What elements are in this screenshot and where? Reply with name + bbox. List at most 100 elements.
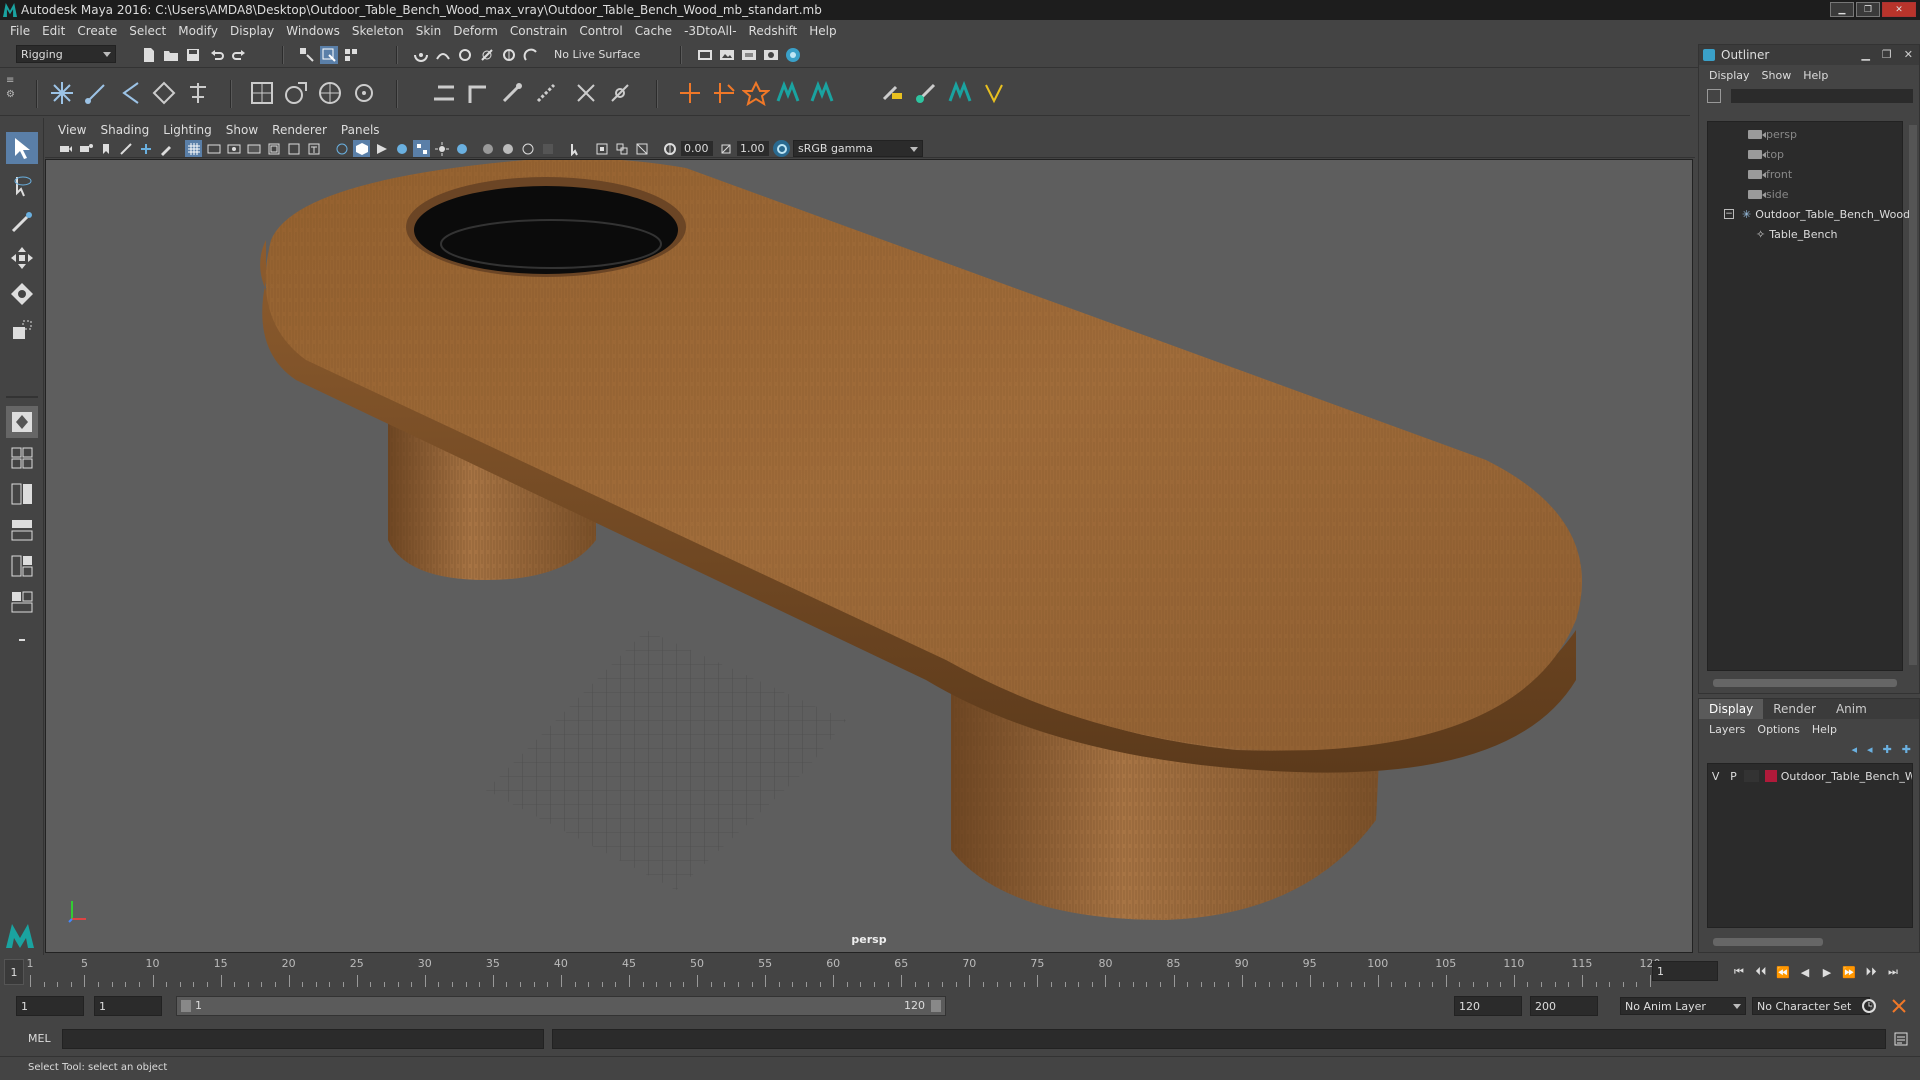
soft-mod-icon[interactable]: [348, 77, 380, 109]
outliner-vertical-scrollbar[interactable]: [1909, 125, 1917, 665]
start-time-field[interactable]: 1: [16, 996, 84, 1016]
rotate-tool-icon[interactable]: [6, 278, 38, 310]
range-slider[interactable]: 1 120: [176, 996, 946, 1016]
render-settings-icon[interactable]: [696, 46, 714, 64]
collapse-icon[interactable]: −: [1724, 209, 1734, 219]
depth-of-field-icon[interactable]: [539, 140, 556, 157]
time-slider[interactable]: 1 1 5 10 15 20 25 30 35 40 45 50 55 60 65 70 75 80 85 90 95…: [0, 955, 1920, 989]
menuset-dropdown[interactable]: Rigging: [16, 45, 116, 63]
outliner-minimize-button[interactable]: ▁: [1861, 48, 1869, 61]
orient-joint-icon[interactable]: [182, 77, 214, 109]
multisample-aa-icon[interactable]: [519, 140, 536, 157]
textured-icon[interactable]: [413, 140, 430, 157]
vp-menu-shading[interactable]: Shading: [93, 123, 156, 137]
camera-attributes-icon[interactable]: [77, 140, 94, 157]
more-layouts-icon[interactable]: [6, 624, 38, 656]
snap-grid-icon[interactable]: [412, 46, 430, 64]
time-ruler[interactable]: 1 5 10 15 20 25 30 35 40 45 50 55 60 65 70 75 80 85 90 95 10…: [24, 955, 1664, 989]
outliner-menu-display[interactable]: Display: [1705, 69, 1758, 82]
select-hierarchy-icon[interactable]: [298, 46, 316, 64]
magnet-icon[interactable]: [522, 46, 540, 64]
vp-menu-lighting[interactable]: Lighting: [156, 123, 219, 137]
exposure-icon[interactable]: [661, 140, 678, 157]
restore-button[interactable]: ❐: [1856, 2, 1880, 17]
menu-file[interactable]: File: [4, 24, 36, 38]
gamma-icon[interactable]: [717, 140, 734, 157]
color-management-icon[interactable]: [773, 140, 790, 157]
play-backwards-icon[interactable]: ◀: [1796, 963, 1814, 981]
menu-skin[interactable]: Skin: [410, 24, 448, 38]
aim-constraint-icon[interactable]: [708, 77, 740, 109]
new-scene-icon[interactable]: [140, 46, 158, 64]
end-time-field[interactable]: 200: [1530, 996, 1598, 1016]
tree-item-front[interactable]: front: [1748, 164, 1792, 184]
outliner-close-button[interactable]: ✕: [1904, 48, 1913, 61]
point-constraint-icon[interactable]: [674, 77, 706, 109]
move-layer-down-icon[interactable]: ◂: [1867, 743, 1873, 756]
layers-menu-help[interactable]: Help: [1808, 723, 1845, 736]
mirror-joint-icon[interactable]: [148, 77, 180, 109]
step-back-key-icon[interactable]: ⏪: [1774, 963, 1792, 981]
menu-control[interactable]: Control: [573, 24, 628, 38]
screen-space-ao-icon[interactable]: [479, 140, 496, 157]
menu-deform[interactable]: Deform: [447, 24, 504, 38]
playback-end-field[interactable]: 120: [1454, 996, 1522, 1016]
wrap-deformer-icon[interactable]: [314, 77, 346, 109]
resolution-gate-icon[interactable]: [225, 140, 242, 157]
step-forward-key-icon[interactable]: ⏩: [1840, 963, 1858, 981]
film-gate-icon[interactable]: [205, 140, 222, 157]
wireframe-on-shaded-icon[interactable]: [373, 140, 390, 157]
joint-tool-icon[interactable]: [46, 77, 78, 109]
parent-constraint-icon[interactable]: [806, 77, 838, 109]
image-plane-icon[interactable]: [117, 140, 134, 157]
smooth-weights-icon[interactable]: [530, 77, 562, 109]
layer-type-toggle[interactable]: [1743, 770, 1759, 782]
add-influence-icon[interactable]: [570, 77, 602, 109]
save-scene-icon[interactable]: [184, 46, 202, 64]
hypershade-layout-icon[interactable]: [6, 586, 38, 618]
layers-menu-options[interactable]: Options: [1753, 723, 1807, 736]
tree-item-table-bench[interactable]: ✧ Table_Bench: [1756, 224, 1837, 244]
new-layer-icon[interactable]: ✚: [1883, 743, 1892, 756]
two-view-layout-icon[interactable]: [6, 478, 38, 510]
outliner-menu-help[interactable]: Help: [1799, 69, 1836, 82]
normal-constraint-icon[interactable]: [944, 77, 976, 109]
two-d-pan-icon[interactable]: [137, 140, 154, 157]
perspective-viewport[interactable]: persp: [45, 159, 1693, 953]
menu-edit[interactable]: Edit: [36, 24, 71, 38]
select-component-icon[interactable]: [342, 46, 360, 64]
range-end-handle[interactable]: [931, 1000, 941, 1012]
move-layer-up-icon[interactable]: ◂: [1852, 743, 1858, 756]
open-scene-icon[interactable]: [162, 46, 180, 64]
layer-horizontal-scrollbar[interactable]: [1713, 938, 1823, 946]
safe-title-icon[interactable]: [305, 140, 322, 157]
four-view-layout-icon[interactable]: [6, 442, 38, 474]
snap-view-plane-icon[interactable]: [478, 46, 496, 64]
menu-windows[interactable]: Windows: [280, 24, 346, 38]
live-surface-label[interactable]: No Live Surface: [554, 48, 640, 61]
menu-constrain[interactable]: Constrain: [504, 24, 574, 38]
gamma-field[interactable]: 1.00: [737, 141, 769, 156]
motion-blur-icon[interactable]: [499, 140, 516, 157]
render-view-icon[interactable]: [762, 46, 780, 64]
xray-joints-icon[interactable]: [613, 140, 630, 157]
minimize-button[interactable]: ▁: [1830, 2, 1854, 17]
safe-action-icon[interactable]: [285, 140, 302, 157]
use-all-lights-icon[interactable]: [433, 140, 450, 157]
play-forwards-icon[interactable]: ▶: [1818, 963, 1836, 981]
ik-spline-icon[interactable]: [114, 77, 146, 109]
single-perspective-layout-icon[interactable]: [6, 406, 38, 438]
persp-outliner-layout-icon[interactable]: [6, 514, 38, 546]
menu-3dtoall[interactable]: -3DtoAll-: [678, 24, 742, 38]
vp-menu-panels[interactable]: Panels: [334, 123, 387, 137]
paint-weights-icon[interactable]: [496, 77, 528, 109]
xray-components-icon[interactable]: [633, 140, 650, 157]
vp-menu-show[interactable]: Show: [219, 123, 265, 137]
colorspace-dropdown[interactable]: sRGB gamma: [793, 140, 923, 157]
orient-constraint-icon[interactable]: [740, 77, 772, 109]
lasso-tool-icon[interactable]: [6, 170, 38, 202]
snap-point-icon[interactable]: [456, 46, 474, 64]
menu-display[interactable]: Display: [224, 24, 280, 38]
vp-menu-renderer[interactable]: Renderer: [265, 123, 334, 137]
layer-color-swatch[interactable]: [1764, 770, 1777, 782]
